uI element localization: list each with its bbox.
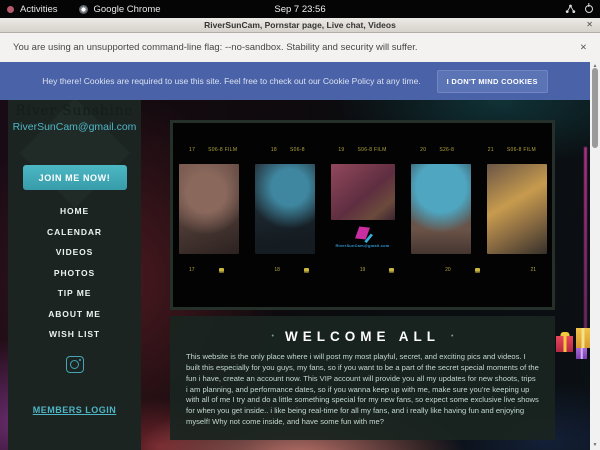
sidebar-menu-item[interactable]: HOME bbox=[8, 201, 141, 222]
cookie-accept-button[interactable]: I DON'T MIND COOKIES bbox=[437, 70, 548, 93]
sidebar-menu-item[interactable]: PHOTOS bbox=[8, 263, 141, 284]
page-viewport: Hey there! Cookies are required to use t… bbox=[0, 62, 600, 450]
schedule-entry: 18 S06-8 bbox=[271, 147, 305, 153]
site-email: RiverSunCam@gmail.com bbox=[8, 121, 141, 133]
window-close-icon[interactable]: ✕ bbox=[586, 20, 593, 29]
gift-icon bbox=[576, 348, 587, 359]
cookie-message: Hey there! Cookies are required to use t… bbox=[42, 76, 420, 86]
sidebar-menu-item[interactable]: VIDEOS bbox=[8, 242, 141, 263]
join-me-now-button[interactable]: JOIN ME NOW! bbox=[23, 165, 127, 190]
video-strip-panel: 17 S06-8 FILM 18 S06-8 19 S06-8 FILM bbox=[170, 120, 555, 310]
calendar-marker-icon bbox=[304, 268, 309, 273]
welcome-body-text: This website is the only place where i w… bbox=[186, 352, 539, 428]
welcome-heading-row: • WELCOME ALL • bbox=[186, 329, 539, 344]
schedule-tag: S06-8 bbox=[290, 147, 305, 153]
schedule-day: 17 bbox=[189, 267, 195, 273]
window-title-bar: RiverSunCam, Pornstar page, Live chat, V… bbox=[0, 18, 600, 33]
site-logo-icon bbox=[355, 226, 370, 239]
site-name: River Sunshine bbox=[8, 103, 141, 119]
schedule-entry: 17 S06-8 FILM bbox=[189, 147, 237, 153]
site-logo: RiverSunCam@gmail.com bbox=[335, 227, 389, 248]
schedule-tag: S06-8 FILM bbox=[358, 147, 387, 153]
page-scrollbar[interactable]: ▲ ▼ bbox=[590, 62, 600, 450]
sidebar-menu-item[interactable]: TIP ME bbox=[8, 283, 141, 304]
schedule-day: 18 bbox=[271, 147, 277, 153]
warning-close-icon[interactable]: ✕ bbox=[580, 42, 587, 53]
heading-dot-icon: • bbox=[451, 333, 453, 340]
welcome-panel: • WELCOME ALL • This website is the only… bbox=[170, 316, 555, 440]
screen: Activities Google Chrome Sep 7 23:56 Riv… bbox=[0, 0, 600, 450]
schedule-day: 19 bbox=[360, 267, 366, 273]
schedule-entry: 21 bbox=[530, 267, 536, 273]
schedule-day: 20 bbox=[420, 147, 426, 153]
video-thumbnail[interactable] bbox=[255, 164, 315, 254]
sidebar-menu: HOME CALENDAR VIDEOS PHOTOS TIP ME ABOUT… bbox=[8, 201, 141, 345]
schedule-day: 17 bbox=[189, 147, 195, 153]
schedule-day: 18 bbox=[274, 267, 280, 273]
window-title: RiverSunCam, Pornstar page, Live chat, V… bbox=[204, 20, 396, 30]
schedule-day: 21 bbox=[488, 147, 494, 153]
calendar-marker-icon bbox=[389, 268, 394, 273]
schedule-entry: 20 S26-8 bbox=[420, 147, 454, 153]
power-icon[interactable] bbox=[585, 5, 593, 13]
chrome-warning-bar: You are using an unsupported command-lin… bbox=[0, 33, 600, 62]
video-thumbnail[interactable] bbox=[411, 164, 471, 254]
scroll-down-icon[interactable]: ▼ bbox=[590, 441, 600, 450]
sidebar-menu-item[interactable]: ABOUT ME bbox=[8, 304, 141, 325]
schedule-row-top: 17 S06-8 FILM 18 S06-8 19 S06-8 FILM bbox=[173, 147, 552, 153]
schedule-entry: 20 bbox=[445, 267, 480, 273]
calendar-marker-icon bbox=[475, 268, 480, 273]
video-thumbnail[interactable] bbox=[487, 164, 547, 254]
schedule-day: 20 bbox=[445, 267, 451, 273]
cookie-consent-bar: Hey there! Cookies are required to use t… bbox=[0, 62, 590, 100]
gift-icon bbox=[576, 328, 590, 348]
sidebar-menu-item[interactable]: CALENDAR bbox=[8, 222, 141, 243]
schedule-entry: 18 bbox=[274, 267, 309, 273]
welcome-heading: WELCOME ALL bbox=[285, 329, 440, 344]
heading-dot-icon: • bbox=[272, 333, 274, 340]
video-thumbnail[interactable] bbox=[331, 164, 395, 220]
schedule-tag: S06-8 FILM bbox=[507, 147, 536, 153]
schedule-day: 21 bbox=[530, 267, 536, 273]
schedule-entry: 21 S06-8 FILM bbox=[488, 147, 536, 153]
scrollbar-thumb[interactable] bbox=[592, 68, 598, 148]
network-icon[interactable] bbox=[565, 4, 576, 14]
site-logo-text: RiverSunCam@gmail.com bbox=[335, 243, 389, 248]
schedule-day: 19 bbox=[338, 147, 344, 153]
gift-icon bbox=[556, 336, 573, 352]
instagram-camera-icon[interactable] bbox=[66, 356, 84, 373]
sidebar-menu-item[interactable]: WISH LIST bbox=[8, 324, 141, 345]
schedule-entry: 17 bbox=[189, 267, 224, 273]
calendar-marker-icon bbox=[219, 268, 224, 273]
schedule-entry: 19 S06-8 FILM bbox=[338, 147, 386, 153]
system-top-bar: Activities Google Chrome Sep 7 23:56 bbox=[0, 0, 600, 18]
warning-message: You are using an unsupported command-lin… bbox=[13, 42, 418, 53]
gift-boxes-decoration bbox=[556, 322, 592, 378]
video-thumbnails: RiverSunCam@gmail.com bbox=[173, 164, 552, 258]
schedule-tag: S06-8 FILM bbox=[208, 147, 237, 153]
clock[interactable]: Sep 7 23:56 bbox=[0, 4, 600, 15]
schedule-row-bottom: 17 18 19 20 bbox=[173, 267, 552, 273]
members-login-link[interactable]: MEMBERS LOGIN bbox=[33, 405, 117, 415]
video-thumbnail[interactable] bbox=[179, 164, 239, 254]
schedule-tag: S26-8 bbox=[439, 147, 454, 153]
background-pink-streak bbox=[584, 147, 587, 337]
schedule-entry: 19 bbox=[360, 267, 395, 273]
sidebar: River Sunshine RiverSunCam@gmail.com JOI… bbox=[8, 100, 141, 450]
